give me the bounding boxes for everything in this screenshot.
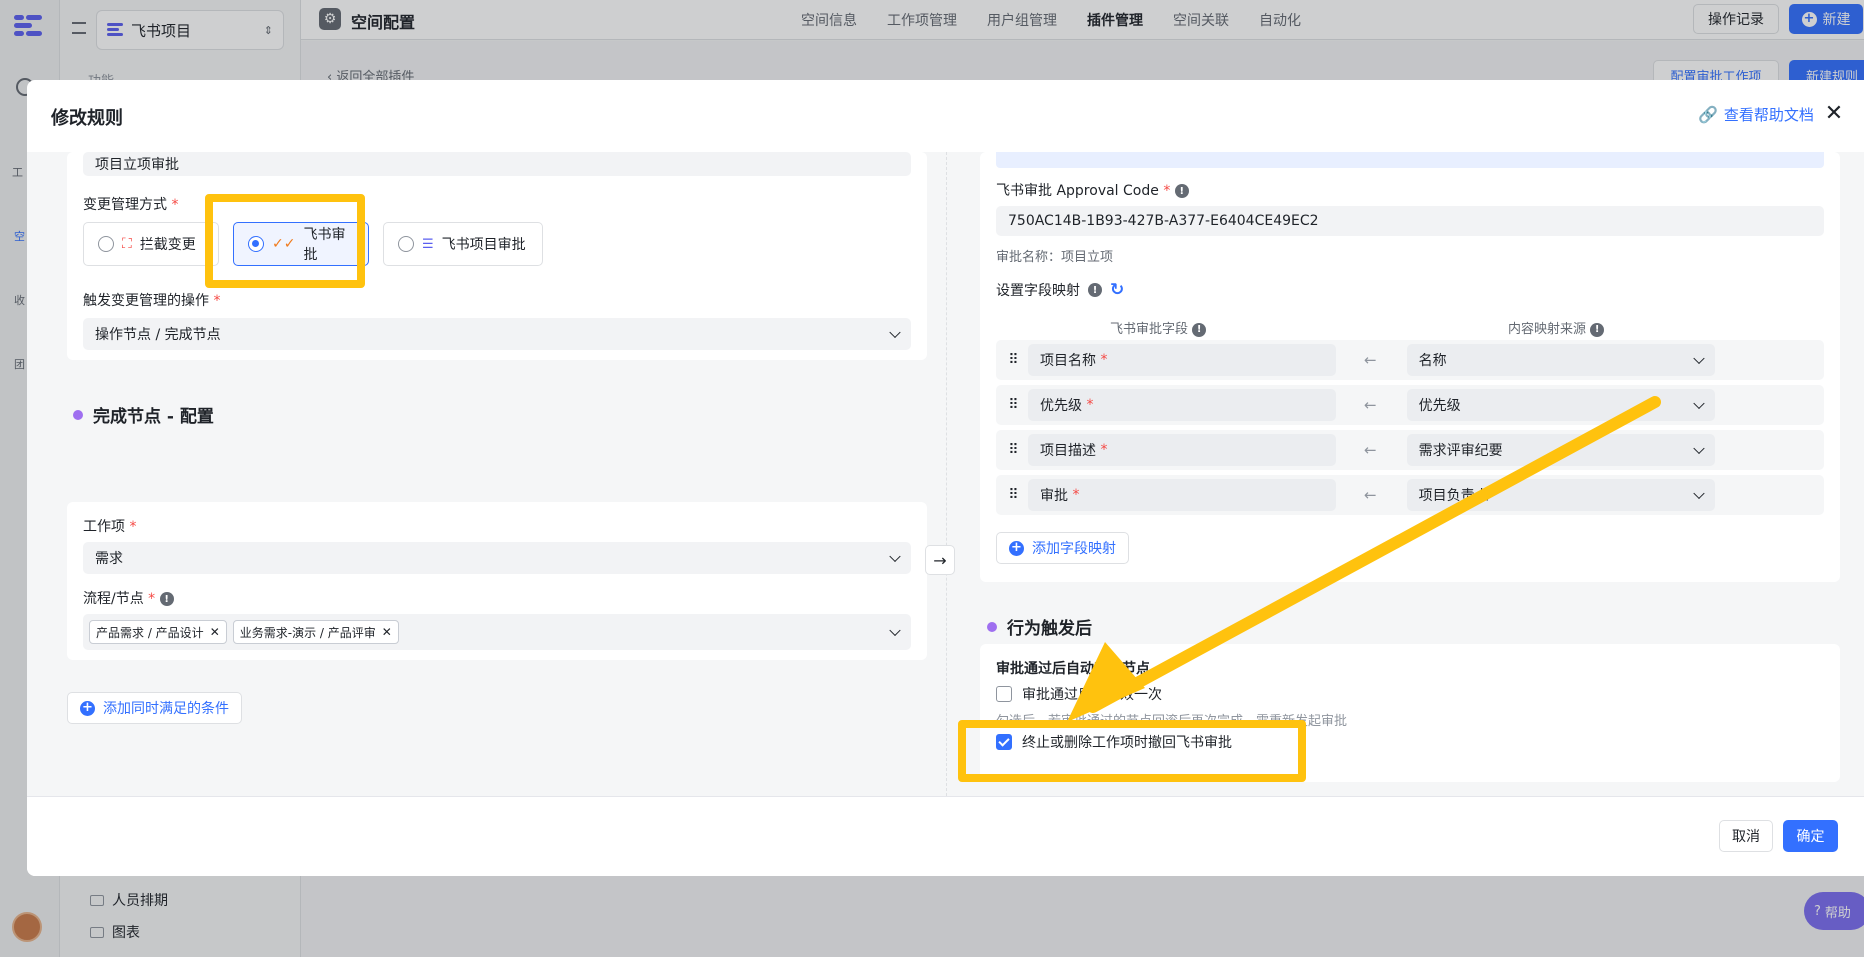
tag-close-icon[interactable]: ✕ <box>210 625 220 639</box>
flow-select[interactable]: 产品需求 / 产品设计 ✕ 业务需求-演示 / 产品评审 ✕ <box>83 614 911 650</box>
mode-intercept[interactable]: ⛶ 拦截变更 <box>83 222 219 266</box>
arrow-right-icon: → <box>925 545 955 575</box>
mapping-row: ⠿ 项目名称 * ← 名称 <box>996 340 1824 380</box>
once-checkbox[interactable] <box>996 686 1012 702</box>
add-condition-label: 添加同时满足的条件 <box>103 701 229 717</box>
plus-icon: + <box>1009 540 1024 556</box>
mapping-label: 设置字段映射! ↻ <box>996 280 1125 300</box>
workitem-value: 需求 <box>95 551 123 567</box>
mode-project-approval-label: 飞书项目审批 <box>441 237 526 253</box>
add-condition-button[interactable]: + 添加同时满足的条件 <box>67 692 242 724</box>
arrow-left-icon: ← <box>1364 351 1377 369</box>
modal-footer <box>27 796 1864 876</box>
drag-handle-icon[interactable]: ⠿ <box>1006 487 1020 503</box>
intercept-icon: ⛶ <box>122 236 132 252</box>
info-icon: ! <box>159 592 174 606</box>
annotation-arrow-icon <box>1067 396 1661 722</box>
change-mode-label: 变更管理方式 * <box>83 197 179 213</box>
refresh-icon[interactable]: ↻ <box>1110 280 1124 300</box>
modal-body: 项目立项审批 变更管理方式 * ⛶ 拦截变更 ✓✓ 飞书审批 ☰ 飞书项目审批 触发变… <box>27 152 1864 796</box>
approval-code-input[interactable]: 750AC14B-1B93-427B-A377-E6404CE49EC2 <box>996 206 1824 236</box>
radio-intercept[interactable] <box>98 236 114 252</box>
close-icon[interactable]: ✕ <box>1822 102 1846 126</box>
flow-tag: 业务需求-演示 / 产品评审 ✕ <box>232 620 399 644</box>
info-banner <box>996 152 1824 168</box>
highlight-box <box>205 194 365 288</box>
chevron-down-icon <box>889 326 901 339</box>
tag-close-icon[interactable]: ✕ <box>382 625 392 639</box>
mode-project-approval[interactable]: ☰ 飞书项目审批 <box>383 222 543 266</box>
section-dot <box>73 409 83 420</box>
workitem-card: 工作项 * 需求 流程/节点 * ! 产品需求 / 产品设计 ✕ 业务需求-演示 … <box>67 502 927 660</box>
workitem-label: 工作项 * <box>83 519 137 535</box>
mapping-source-select[interactable]: 名称 <box>1406 344 1715 376</box>
approval-name: 审批名称：项目立项 <box>996 250 1114 265</box>
link-icon: 🔗 <box>1698 105 1718 124</box>
section-dot <box>987 621 997 632</box>
trigger-select[interactable]: 操作节点 / 完成节点 <box>83 318 911 350</box>
mode-intercept-label: 拦截变更 <box>139 237 196 253</box>
radio-project-approval[interactable] <box>398 236 414 252</box>
chevron-down-icon <box>889 550 901 563</box>
flow-label: 流程/节点 * ! <box>83 588 174 608</box>
info-icon: ! <box>1590 322 1605 337</box>
change-config-card: 项目立项审批 变更管理方式 * ⛶ 拦截变更 ✓✓ 飞书审批 ☰ 飞书项目审批 触发变… <box>67 152 927 360</box>
drag-handle-icon[interactable]: ⠿ <box>1006 442 1020 458</box>
divider <box>946 152 948 796</box>
help-doc-link[interactable]: 🔗 查看帮助文档 <box>1698 104 1814 125</box>
col-field-header: 飞书审批字段 ! <box>1110 318 1207 337</box>
confirm-button[interactable]: 确定 <box>1783 820 1838 852</box>
drag-handle-icon[interactable]: ⠿ <box>1006 352 1020 368</box>
info-icon: ! <box>1088 283 1102 297</box>
project-approval-icon: ☰ <box>422 236 434 252</box>
col-source-header: 内容映射来源 ! <box>1508 318 1605 337</box>
edit-rule-modal: 修改规则 🔗 查看帮助文档 ✕ 项目立项审批 变更管理方式 * ⛶ 拦截变更 ✓✓ 飞… <box>27 80 1864 876</box>
rule-name-field[interactable]: 项目立项审批 <box>83 152 911 176</box>
info-icon: ! <box>1174 184 1189 198</box>
trigger-label: 触发变更管理的操作 * <box>83 293 221 309</box>
approval-code-label: 飞书审批 Approval Code * ! <box>996 180 1189 200</box>
workitem-select[interactable]: 需求 <box>83 542 911 574</box>
chevron-down-icon <box>889 624 901 637</box>
cancel-button[interactable]: 取消 <box>1719 820 1773 852</box>
section-complete-node: 完成节点 - 配置 <box>73 402 214 427</box>
flow-tag: 产品需求 / 产品设计 ✕ <box>89 620 227 644</box>
info-icon: ! <box>1192 322 1207 337</box>
drag-handle-icon[interactable]: ⠿ <box>1006 397 1020 413</box>
mapping-field: 项目名称 * <box>1028 344 1336 376</box>
trigger-value: 操作节点 / 完成节点 <box>95 327 221 343</box>
section-title: 完成节点 - 配置 <box>93 407 214 427</box>
modal-title: 修改规则 <box>51 108 123 129</box>
plus-icon: + <box>80 700 95 716</box>
help-doc-label: 查看帮助文档 <box>1723 106 1814 124</box>
